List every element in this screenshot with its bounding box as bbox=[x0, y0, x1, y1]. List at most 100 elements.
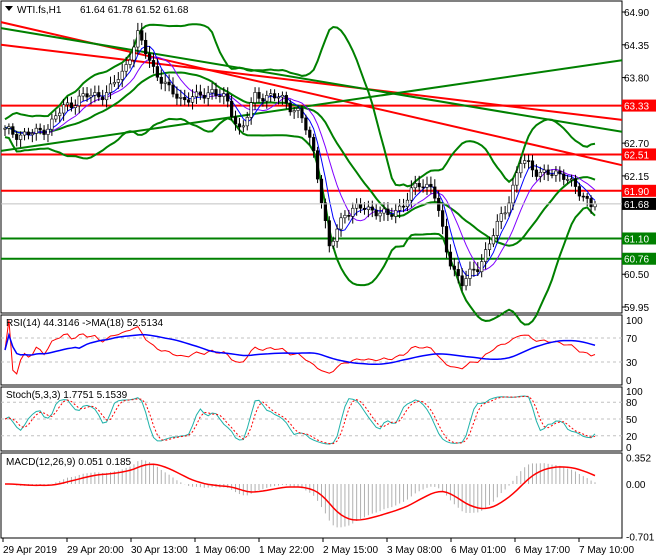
time-label: 29 Apr 20:00 bbox=[67, 545, 124, 556]
candle-body bbox=[487, 243, 492, 250]
candle-body bbox=[34, 127, 38, 134]
stoch-signal-line bbox=[4, 395, 596, 445]
candle-body bbox=[292, 110, 296, 113]
bollinger-lower bbox=[4, 117, 596, 326]
stoch-title: Stoch(5,3,3) 1.7751 5.1539 bbox=[6, 390, 128, 401]
candle-body bbox=[89, 94, 93, 98]
time-label: 2 May 15:00 bbox=[323, 545, 378, 556]
candle-body bbox=[495, 221, 499, 236]
candle-body bbox=[355, 203, 359, 209]
candle-body bbox=[222, 93, 226, 97]
candle-body bbox=[85, 93, 89, 98]
candle-body bbox=[335, 228, 339, 242]
stoch-main-line bbox=[4, 395, 596, 445]
candle-body bbox=[179, 97, 183, 99]
price-tick-label: 64.90 bbox=[624, 8, 649, 19]
candle-body bbox=[183, 97, 187, 101]
candle-body bbox=[269, 93, 273, 96]
ohlc-values: 61.64 61.78 61.52 61.68 bbox=[80, 5, 189, 16]
candle-body bbox=[26, 131, 31, 136]
candle-body bbox=[175, 93, 179, 99]
candle-body bbox=[491, 235, 496, 245]
candle-body bbox=[11, 126, 15, 135]
candle-body bbox=[163, 81, 167, 84]
candle-body bbox=[128, 59, 132, 65]
time-label: 30 Apr 13:00 bbox=[131, 545, 188, 556]
candle-body bbox=[534, 169, 538, 177]
current-price-text: 61.68 bbox=[624, 200, 649, 211]
candle-body bbox=[50, 118, 54, 130]
level-tag-text-2: 61.90 bbox=[624, 187, 649, 198]
time-label: 6 May 17:00 bbox=[515, 545, 570, 556]
dropdown-arrow-icon[interactable] bbox=[5, 6, 13, 11]
candle-body bbox=[273, 93, 277, 99]
time-label: 7 May 10:00 bbox=[579, 545, 634, 556]
candle-body bbox=[147, 53, 152, 61]
candle-body bbox=[202, 94, 206, 99]
macd-title: MACD(12,26,9) 0.051 0.185 bbox=[6, 457, 132, 468]
candle-body bbox=[296, 108, 300, 111]
candle-body bbox=[511, 184, 515, 204]
level-tag-text-1: 62.51 bbox=[624, 150, 649, 161]
rsi-ma-line bbox=[4, 332, 596, 366]
candle-body bbox=[585, 196, 589, 199]
candle-body bbox=[554, 170, 558, 176]
candle-body bbox=[323, 202, 327, 221]
candle-body bbox=[526, 160, 531, 162]
price-tick-label: 62.15 bbox=[624, 172, 649, 183]
candle-body bbox=[136, 30, 140, 48]
candle-body bbox=[374, 209, 378, 217]
rsi-tick-label: 100 bbox=[626, 316, 643, 327]
candle-body bbox=[7, 126, 11, 129]
stoch-tick-label: 20 bbox=[626, 432, 638, 443]
candle-body bbox=[30, 133, 34, 136]
macd-tick-label: 0.352 bbox=[626, 454, 651, 465]
candle-body bbox=[62, 104, 66, 114]
candle-body bbox=[206, 92, 210, 99]
time-label: 1 May 22:00 bbox=[259, 545, 314, 556]
candle-body bbox=[452, 265, 456, 270]
chart-canvas[interactable]: 63.33 62.51 61.90 61.10 60.76 61.68 64.90 64.35… bbox=[0, 0, 660, 560]
candle-body bbox=[503, 212, 507, 215]
candle-body bbox=[472, 268, 476, 271]
candle-body bbox=[194, 91, 199, 97]
candle-body bbox=[218, 95, 222, 97]
candle-body bbox=[483, 249, 488, 262]
candle-body bbox=[448, 251, 453, 267]
candle-body bbox=[339, 217, 343, 230]
candle-body bbox=[429, 183, 433, 188]
candle-body bbox=[319, 178, 324, 204]
macd-tick-label: 0.00 bbox=[626, 480, 646, 491]
candle-body bbox=[253, 92, 257, 103]
candle-body bbox=[480, 261, 484, 273]
candle-body bbox=[233, 116, 238, 125]
candle-body bbox=[581, 195, 585, 198]
trendline-1 bbox=[0, 43, 623, 121]
time-label: 1 May 06:00 bbox=[195, 545, 250, 556]
level-tag-text-4: 60.76 bbox=[624, 255, 649, 266]
candle-body bbox=[476, 269, 480, 273]
candle-body bbox=[140, 30, 144, 41]
candle-body bbox=[73, 105, 77, 108]
candle-body bbox=[245, 117, 249, 127]
candle-body bbox=[38, 127, 42, 131]
candle-body bbox=[116, 79, 120, 83]
candle-body bbox=[93, 92, 97, 96]
candle-body bbox=[81, 93, 85, 97]
candle-body bbox=[42, 129, 46, 135]
trading-chart-window: 63.33 62.51 61.90 61.10 60.76 61.68 64.90 64.35… bbox=[0, 0, 660, 560]
candle-body bbox=[327, 220, 331, 247]
candle-body bbox=[46, 128, 50, 135]
candle-body bbox=[315, 150, 320, 180]
candle-body bbox=[519, 163, 523, 174]
candle-body bbox=[358, 203, 363, 209]
candle-body bbox=[198, 91, 202, 96]
candle-body bbox=[65, 102, 70, 106]
candle-body bbox=[569, 178, 574, 181]
candle-body bbox=[58, 112, 62, 117]
candle-body bbox=[347, 214, 351, 217]
candle-body bbox=[413, 183, 417, 189]
candle-body bbox=[230, 100, 234, 117]
price-tick-label: 60.50 bbox=[624, 270, 649, 281]
time-label: 29 Apr 2019 bbox=[3, 545, 57, 556]
